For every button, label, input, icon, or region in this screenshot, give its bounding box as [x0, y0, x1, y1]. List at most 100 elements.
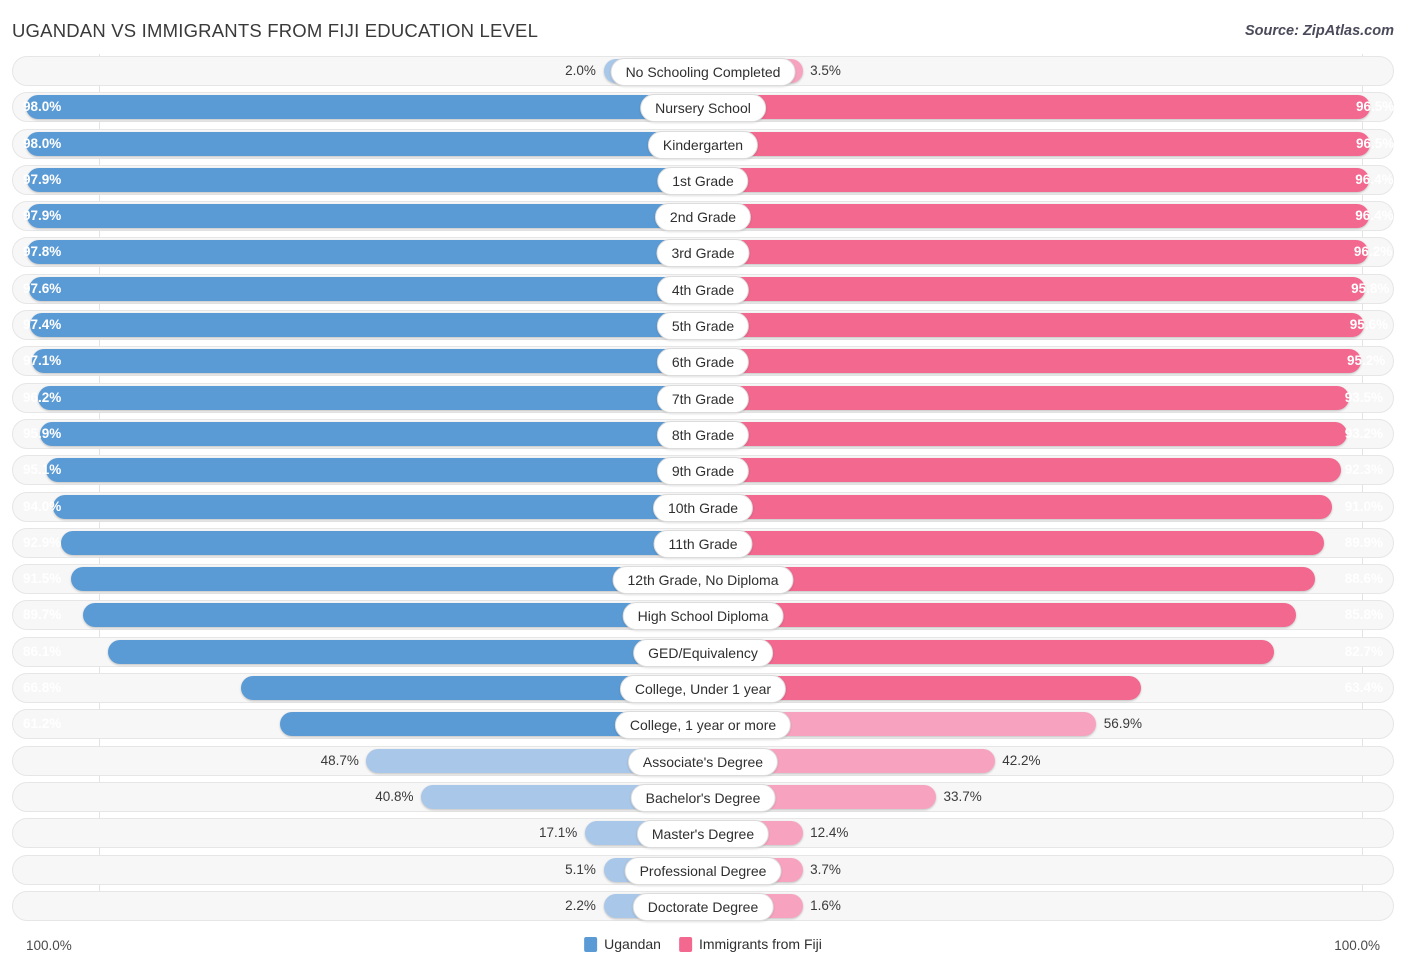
- category-label[interactable]: 1st Grade: [657, 166, 749, 195]
- chart-row[interactable]: 2.0% 3.5% No Schooling Completed: [12, 54, 1394, 90]
- chart-row[interactable]: 98.0% 96.5% Nursery School: [12, 90, 1394, 126]
- category-label[interactable]: Master's Degree: [636, 820, 770, 849]
- bar-ugandan[interactable]: [83, 603, 703, 628]
- chart-row[interactable]: 97.1% 95.2% 6th Grade: [12, 344, 1394, 380]
- page-title: UGANDAN VS IMMIGRANTS FROM FIJI EDUCATIO…: [12, 20, 539, 41]
- bar-ugandan[interactable]: [45, 458, 703, 483]
- category-label[interactable]: 3rd Grade: [656, 239, 750, 268]
- chart-row[interactable]: 95.9% 93.2% 8th Grade: [12, 417, 1394, 453]
- bar-immigrants-from-fiji[interactable]: [703, 204, 1370, 229]
- chart-row[interactable]: 86.1% 82.7% GED/Equivalency: [12, 635, 1394, 671]
- chart-row[interactable]: 40.8% 33.7% Bachelor's Degree: [12, 780, 1394, 816]
- chart-row[interactable]: 61.2% 56.9% College, 1 year or more: [12, 707, 1394, 743]
- category-label[interactable]: 8th Grade: [656, 420, 750, 449]
- bar-immigrants-from-fiji[interactable]: [703, 567, 1316, 592]
- value-label-ugandan: 96.2%: [23, 389, 62, 405]
- bar-ugandan[interactable]: [70, 567, 703, 592]
- chart-row[interactable]: 48.7% 42.2% Associate's Degree: [12, 744, 1394, 780]
- value-label-ugandan: 2.2%: [565, 897, 596, 913]
- bar-immigrants-from-fiji[interactable]: [703, 603, 1296, 628]
- chart-row[interactable]: 89.7% 85.8% High School Diploma: [12, 598, 1394, 634]
- value-label-ugandan: 97.4%: [23, 317, 62, 333]
- bar-ugandan[interactable]: [26, 167, 703, 192]
- chart-row[interactable]: 2.2% 1.6% Doctorate Degree: [12, 889, 1394, 925]
- bar-immigrants-from-fiji[interactable]: [703, 95, 1370, 120]
- bar-ugandan[interactable]: [28, 276, 703, 301]
- category-label[interactable]: Kindergarten: [647, 130, 759, 159]
- chart-row[interactable]: 97.6% 95.8% 4th Grade: [12, 272, 1394, 308]
- chart-row[interactable]: 97.8% 96.2% 3rd Grade: [12, 235, 1394, 271]
- chart-row[interactable]: 95.1% 92.3% 9th Grade: [12, 453, 1394, 489]
- value-label-ugandan: 2.0%: [565, 63, 596, 78]
- category-label[interactable]: 10th Grade: [652, 493, 754, 522]
- bar-ugandan[interactable]: [53, 494, 703, 519]
- value-label-immigrants-from-fiji: 85.8%: [1344, 607, 1383, 623]
- bar-immigrants-from-fiji[interactable]: [703, 385, 1350, 410]
- category-label[interactable]: No Schooling Completed: [610, 58, 796, 86]
- bar-ugandan[interactable]: [25, 95, 703, 120]
- bar-ugandan[interactable]: [32, 349, 703, 374]
- category-label[interactable]: 7th Grade: [656, 384, 750, 413]
- chart-row[interactable]: 96.2% 93.5% 7th Grade: [12, 381, 1394, 417]
- value-label-ugandan: 95.9%: [23, 425, 62, 441]
- chart-row[interactable]: 97.9% 96.4% 2nd Grade: [12, 199, 1394, 235]
- bar-ugandan[interactable]: [25, 131, 703, 156]
- chart-row[interactable]: 91.5% 88.6% 12th Grade, No Diploma: [12, 562, 1394, 598]
- chart-row[interactable]: 98.0% 96.5% Kindergarten: [12, 127, 1394, 163]
- bar-immigrants-from-fiji[interactable]: [703, 349, 1361, 374]
- bar-immigrants-from-fiji[interactable]: [703, 240, 1368, 265]
- bar-ugandan[interactable]: [108, 639, 703, 664]
- bar-immigrants-from-fiji[interactable]: [703, 530, 1325, 555]
- value-label-immigrants-from-fiji: 12.4%: [810, 825, 849, 841]
- category-label[interactable]: Bachelor's Degree: [630, 783, 776, 812]
- category-label[interactable]: College, Under 1 year: [619, 675, 787, 704]
- legend-label-immigrants-from-fiji: Immigrants from Fiji: [698, 936, 822, 952]
- chart-row[interactable]: 66.8% 63.4% College, Under 1 year: [12, 671, 1394, 707]
- bar-ugandan[interactable]: [29, 313, 703, 338]
- value-label-immigrants-from-fiji: 96.4%: [1355, 171, 1394, 187]
- legend-item-immigrants-from-fiji[interactable]: Immigrants from Fiji: [678, 936, 822, 952]
- bar-ugandan[interactable]: [61, 530, 703, 555]
- category-label[interactable]: 5th Grade: [656, 312, 750, 341]
- bar-ugandan[interactable]: [27, 240, 703, 265]
- chart-row[interactable]: 92.9% 89.9% 11th Grade: [12, 526, 1394, 562]
- bar-immigrants-from-fiji[interactable]: [703, 494, 1332, 519]
- value-label-ugandan: 86.1%: [23, 643, 62, 659]
- chart-row[interactable]: 94.0% 91.0% 10th Grade: [12, 490, 1394, 526]
- bar-immigrants-from-fiji[interactable]: [703, 276, 1365, 301]
- category-label[interactable]: Doctorate Degree: [632, 892, 774, 921]
- bar-immigrants-from-fiji[interactable]: [703, 313, 1364, 338]
- category-label[interactable]: 9th Grade: [656, 457, 750, 486]
- category-label[interactable]: College, 1 year or more: [614, 711, 792, 740]
- bar-immigrants-from-fiji[interactable]: [703, 639, 1275, 664]
- category-label[interactable]: Nursery School: [640, 94, 766, 123]
- chart-row[interactable]: 97.4% 95.6% 5th Grade: [12, 308, 1394, 344]
- bar-ugandan[interactable]: [26, 204, 703, 229]
- chart-row[interactable]: 5.1% 3.7% Professional Degree: [12, 853, 1394, 889]
- category-label[interactable]: 4th Grade: [656, 275, 750, 304]
- value-label-ugandan: 97.6%: [23, 280, 62, 296]
- chart-row[interactable]: 17.1% 12.4% Master's Degree: [12, 816, 1394, 852]
- value-label-immigrants-from-fiji: 42.2%: [1002, 752, 1041, 768]
- category-label[interactable]: Associate's Degree: [627, 747, 779, 776]
- bar-immigrants-from-fiji[interactable]: [703, 421, 1347, 446]
- bar-ugandan[interactable]: [38, 385, 703, 410]
- legend-swatch-immigrants-from-fiji: [678, 936, 692, 952]
- category-label[interactable]: Professional Degree: [624, 856, 782, 885]
- category-label[interactable]: 2nd Grade: [654, 203, 752, 232]
- legend-item-ugandan[interactable]: Ugandan: [584, 936, 661, 952]
- value-label-ugandan: 97.8%: [23, 244, 62, 260]
- category-label[interactable]: High School Diploma: [622, 602, 784, 631]
- value-label-immigrants-from-fiji: 96.5%: [1355, 99, 1395, 115]
- bar-immigrants-from-fiji[interactable]: [703, 167, 1370, 192]
- legend-swatch-ugandan: [584, 936, 598, 952]
- bar-ugandan[interactable]: [40, 421, 703, 446]
- axis-label-right: 100.0%: [1334, 938, 1380, 953]
- category-label[interactable]: 6th Grade: [656, 348, 750, 377]
- chart-row[interactable]: 97.9% 96.4% 1st Grade: [12, 163, 1394, 199]
- category-label[interactable]: GED/Equivalency: [633, 638, 773, 667]
- category-label[interactable]: 11th Grade: [653, 529, 753, 558]
- bar-immigrants-from-fiji[interactable]: [703, 458, 1341, 483]
- category-label[interactable]: 12th Grade, No Diploma: [612, 566, 794, 595]
- bar-immigrants-from-fiji[interactable]: [703, 131, 1370, 156]
